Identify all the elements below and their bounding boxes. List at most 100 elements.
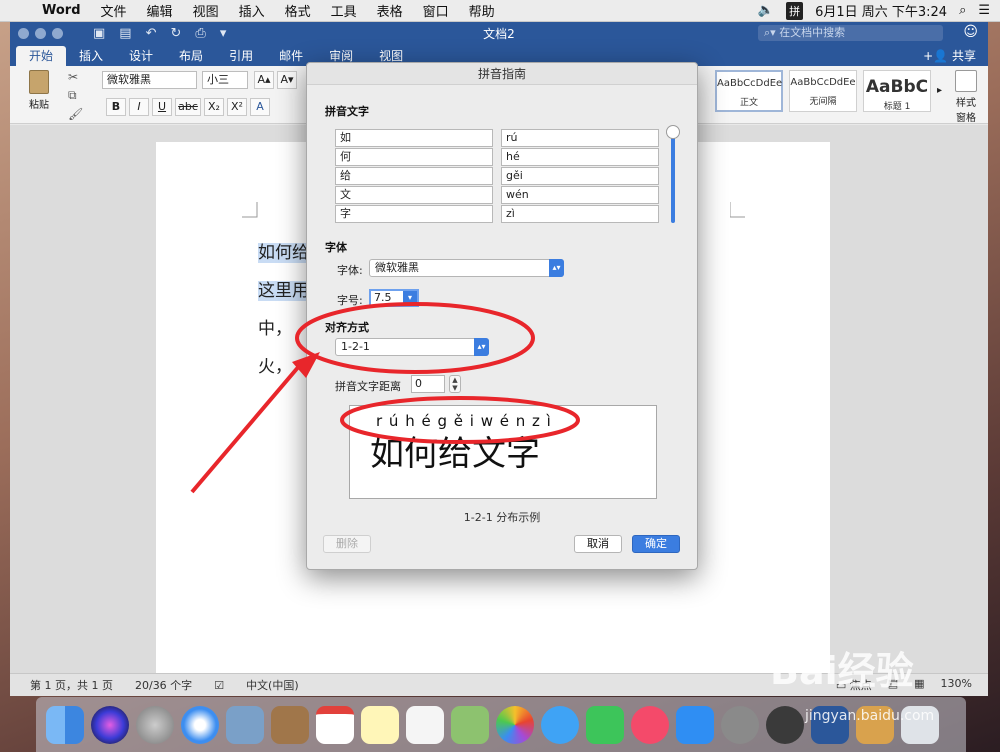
text-effects-icon[interactable]: A: [250, 98, 270, 116]
tab-design[interactable]: 设计: [116, 46, 166, 66]
input-method-indicator[interactable]: 拼: [786, 1, 804, 20]
format-painter-icon[interactable]: 🖌: [68, 107, 83, 121]
feedback-smiley-icon[interactable]: ☺: [963, 24, 978, 40]
menu-window[interactable]: 窗口: [413, 1, 459, 20]
system-preferences-icon[interactable]: [721, 705, 759, 744]
menu-edit[interactable]: 编辑: [137, 1, 183, 20]
menu-tools[interactable]: 工具: [321, 1, 367, 20]
launchpad-icon[interactable]: [136, 705, 174, 744]
base-text-field[interactable]: 如: [335, 129, 493, 147]
tab-insert[interactable]: 插入: [66, 46, 116, 66]
underline-button[interactable]: U: [152, 98, 172, 116]
ruby-text-field[interactable]: hé: [501, 148, 659, 166]
subscript-button[interactable]: X₂: [204, 98, 224, 116]
calendar-icon[interactable]: [316, 705, 354, 744]
font-name-select[interactable]: 微软雅黑: [102, 71, 197, 89]
redo-icon[interactable]: ↻: [171, 26, 182, 41]
print-icon[interactable]: ⎙: [195, 26, 205, 41]
offset-stepper[interactable]: ▲ ▼: [449, 375, 461, 393]
proofing-icon[interactable]: ☑: [214, 679, 224, 692]
spotlight-search-icon[interactable]: ⌕: [959, 3, 966, 18]
sidebar-toggle-icon[interactable]: ▣: [93, 26, 105, 41]
volume-icon[interactable]: 🔈: [758, 3, 774, 18]
quicktime-icon[interactable]: [766, 705, 804, 744]
menu-help[interactable]: 帮助: [459, 1, 505, 20]
contacts-icon[interactable]: [271, 705, 309, 744]
facetime-icon[interactable]: [586, 705, 624, 744]
document-body-text[interactable]: 如何给 这里用 中， 火，: [258, 234, 309, 386]
ruby-text-field[interactable]: zì: [501, 205, 659, 223]
messages-icon[interactable]: [541, 705, 579, 744]
offset-input[interactable]: 0: [411, 375, 445, 393]
menu-table[interactable]: 表格: [367, 1, 413, 20]
close-window-button[interactable]: [18, 27, 29, 39]
status-language[interactable]: 中文(中国): [246, 677, 299, 693]
strikethrough-button[interactable]: abc: [175, 98, 201, 116]
shrink-font-icon[interactable]: A▾: [277, 71, 297, 89]
zoom-window-button[interactable]: [52, 27, 63, 39]
customize-qat-icon[interactable]: ▾: [220, 26, 227, 41]
bold-button[interactable]: B: [106, 98, 126, 116]
menu-file[interactable]: 文件: [91, 1, 137, 20]
siri-icon[interactable]: [91, 705, 129, 744]
cut-icon[interactable]: ✂: [68, 70, 83, 84]
status-word-count[interactable]: 20/36 个字: [135, 677, 192, 693]
style-normal[interactable]: AaBbCcDdEe 正文: [715, 70, 783, 112]
save-icon[interactable]: ▤: [119, 26, 131, 41]
font-size-select[interactable]: 小三: [202, 71, 248, 89]
ruby-text-field[interactable]: rú: [501, 129, 659, 147]
ruby-text-field[interactable]: wén: [501, 186, 659, 204]
zoom-level[interactable]: 130%: [941, 677, 972, 693]
music-icon[interactable]: [631, 705, 669, 744]
ruby-text-field[interactable]: gěi: [501, 167, 659, 185]
grow-font-icon[interactable]: A▴: [254, 71, 274, 89]
menu-app-name[interactable]: Word: [32, 3, 91, 18]
undo-icon[interactable]: ↶: [146, 26, 157, 41]
reminders-icon[interactable]: [406, 705, 444, 744]
base-text-field[interactable]: 何: [335, 148, 493, 166]
document-search-input[interactable]: ⌕▾ 在文档中搜索: [758, 25, 943, 41]
control-center-icon[interactable]: ☰: [978, 3, 990, 18]
base-text-field[interactable]: 字: [335, 205, 493, 223]
style-heading-1[interactable]: AaBbC 标题 1: [863, 70, 931, 112]
menu-clock[interactable]: 6月1日 周六 下午3:24: [815, 1, 947, 20]
tab-layout[interactable]: 布局: [166, 46, 216, 66]
photos-icon[interactable]: [496, 705, 534, 744]
scrollbar-knob[interactable]: [666, 125, 680, 139]
cancel-button[interactable]: 取消: [574, 535, 622, 553]
styles-pane-button[interactable]: 样式 窗格: [950, 70, 982, 124]
web-layout-view-icon[interactable]: ▦: [914, 677, 924, 693]
styles-more-chevron-icon[interactable]: ▸: [937, 70, 942, 112]
tab-home[interactable]: 开始: [16, 46, 67, 66]
style-no-spacing[interactable]: AaBbCcDdEe 无间隔: [789, 70, 857, 112]
notes-icon[interactable]: [361, 705, 399, 744]
menu-format[interactable]: 格式: [275, 1, 321, 20]
app-store-icon[interactable]: [676, 705, 714, 744]
base-text-field[interactable]: 文: [335, 186, 493, 204]
superscript-button[interactable]: X²: [227, 98, 247, 116]
phonetic-table-scrollbar[interactable]: [671, 129, 675, 223]
delete-button[interactable]: 删除: [323, 535, 371, 553]
baidu-watermark-logo: Bai经验: [770, 649, 914, 693]
ruby-size-combobox[interactable]: 7.5 ▾: [369, 289, 419, 307]
status-page-count[interactable]: 第 1 页，共 1 页: [30, 677, 113, 693]
menu-insert[interactable]: 插入: [229, 1, 275, 20]
maps-icon[interactable]: [451, 705, 489, 744]
alignment-select[interactable]: 1-2-1 ▴▾: [335, 338, 489, 356]
minimize-window-button[interactable]: [35, 27, 46, 39]
italic-button[interactable]: I: [129, 98, 149, 116]
crop-mark-top-right: [730, 202, 745, 218]
base-text-field[interactable]: 给: [335, 167, 493, 185]
copy-icon[interactable]: ⧉: [68, 88, 83, 103]
mail-icon[interactable]: [226, 705, 264, 744]
safari-icon[interactable]: [181, 705, 219, 744]
share-button[interactable]: +👤 共享: [923, 47, 976, 64]
ruby-font-select[interactable]: 微软雅黑 ▴▾: [369, 259, 564, 277]
ok-button[interactable]: 确定: [632, 535, 680, 553]
preview-caption: 1-2-1 分布示例: [463, 511, 541, 524]
tab-references[interactable]: 引用: [216, 46, 266, 66]
menu-view[interactable]: 视图: [183, 1, 229, 20]
finder-icon[interactable]: [46, 705, 84, 744]
doc-line-4: 火，: [258, 357, 292, 377]
paste-button[interactable]: 粘贴: [24, 70, 54, 111]
